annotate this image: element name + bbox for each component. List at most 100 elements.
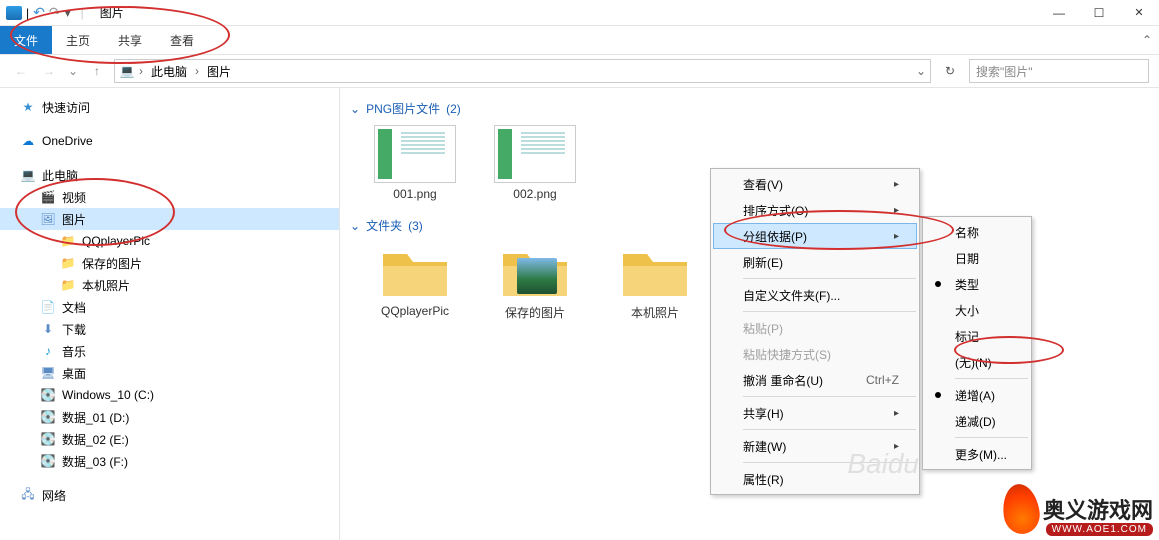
group-label: 文件夹 bbox=[366, 217, 402, 234]
ribbon-expand-icon[interactable]: ⌃ bbox=[1135, 26, 1159, 54]
star-icon: ★ bbox=[20, 99, 36, 115]
content-pane[interactable]: ⌄ PNG图片文件 (2) 001.png 002.png ⌄ 文件夹 (3) … bbox=[340, 88, 1159, 540]
breadcrumb-sep-2[interactable]: › bbox=[195, 64, 199, 78]
cloud-icon: ☁ bbox=[20, 133, 36, 149]
tab-view[interactable]: 查看 bbox=[156, 26, 208, 54]
sub-separator bbox=[955, 437, 1028, 438]
tab-share[interactable]: 共享 bbox=[104, 26, 156, 54]
sidebar-label: 网络 bbox=[42, 487, 66, 504]
sub-label: 更多(M)... bbox=[955, 446, 1007, 463]
chevron-down-icon: ⌄ bbox=[350, 102, 360, 116]
address-strip[interactable]: 💻 › 此电脑 › 图片 ⌄ bbox=[114, 59, 931, 83]
folder-item-camera[interactable]: 本机照片 bbox=[610, 242, 700, 321]
ctx-sort[interactable]: 排序方式(O)▸ bbox=[713, 197, 917, 223]
ctx-label: 撤消 重命名(U) bbox=[743, 372, 823, 389]
sidebar-camera-roll[interactable]: 📁本机照片 bbox=[0, 274, 339, 296]
document-icon: 📄 bbox=[40, 299, 56, 315]
folder-icon: 📁 bbox=[60, 255, 76, 271]
refresh-button[interactable]: ↻ bbox=[937, 59, 963, 83]
sidebar-video[interactable]: 🎬 视频 bbox=[0, 186, 339, 208]
tab-file[interactable]: 文件 bbox=[0, 26, 52, 54]
ctx-share[interactable]: 共享(H)▸ bbox=[713, 400, 917, 426]
sidebar-thispc[interactable]: 💻此电脑 bbox=[0, 164, 339, 186]
sidebar-onedrive[interactable]: ☁OneDrive bbox=[0, 130, 339, 152]
ctx-group-by[interactable]: 分组依据(P)▸ bbox=[713, 223, 917, 249]
ctx-label: 属性(R) bbox=[743, 471, 784, 488]
ctx-refresh[interactable]: 刷新(E) bbox=[713, 249, 917, 275]
folder-icon: 📁 bbox=[60, 277, 76, 293]
breadcrumb-icon: 💻 bbox=[119, 63, 135, 79]
submenu-arrow-icon: ▸ bbox=[894, 231, 899, 242]
sidebar-pictures[interactable]: 🖼图片 bbox=[0, 208, 339, 230]
sidebar-documents[interactable]: 📄 文档 bbox=[0, 296, 339, 318]
ctx-properties[interactable]: 属性(R) bbox=[713, 466, 917, 492]
sidebar-label: QQplayerPic bbox=[82, 234, 150, 248]
maximize-button[interactable]: ☐ bbox=[1079, 0, 1119, 26]
ctx-separator bbox=[743, 311, 916, 312]
sidebar-music[interactable]: ♪ 音乐 bbox=[0, 340, 339, 362]
close-button[interactable]: ✕ bbox=[1119, 0, 1159, 26]
sub-date[interactable]: 日期 bbox=[925, 245, 1029, 271]
music-icon: ♪ bbox=[40, 343, 56, 359]
sub-name[interactable]: 名称 bbox=[925, 219, 1029, 245]
sidebar-label: 数据_02 (E:) bbox=[62, 431, 129, 448]
ctx-separator bbox=[743, 429, 916, 430]
nav-forward-button[interactable]: → bbox=[38, 60, 60, 82]
sidebar-quick-access[interactable]: ★快速访问 bbox=[0, 96, 339, 118]
sub-descending[interactable]: 递减(D) bbox=[925, 408, 1029, 434]
sidebar-label: 视频 bbox=[62, 189, 86, 206]
sidebar-drive-e[interactable]: 💽 数据_02 (E:) bbox=[0, 428, 339, 450]
redo-icon[interactable]: ↷ bbox=[49, 4, 61, 21]
group-header-png[interactable]: ⌄ PNG图片文件 (2) bbox=[350, 100, 1149, 117]
sidebar-qqplayerpic[interactable]: 📁QQplayerPic bbox=[0, 230, 339, 252]
sidebar-label: 图片 bbox=[62, 211, 86, 228]
nav-history-dropdown[interactable]: ⌄ bbox=[66, 60, 80, 82]
drive-icon: 💽 bbox=[40, 431, 56, 447]
sub-none[interactable]: (无)(N) bbox=[925, 349, 1029, 375]
address-dropdown-icon[interactable]: ⌄ bbox=[916, 64, 926, 78]
sidebar-label: 音乐 bbox=[62, 343, 86, 360]
sidebar-drive-d[interactable]: 💽数据_01 (D:) bbox=[0, 406, 339, 428]
sidebar-label: 文档 bbox=[62, 299, 86, 316]
ctx-label: 共享(H) bbox=[743, 405, 784, 422]
window-title: 图片 bbox=[100, 4, 124, 21]
folder-item-qqplayerpic[interactable]: QQplayerPic bbox=[370, 242, 460, 321]
sidebar-label: Windows_10 (C:) bbox=[62, 388, 154, 402]
folder-item-saved[interactable]: 保存的图片 bbox=[490, 242, 580, 321]
sidebar-network[interactable]: 🖧网络 bbox=[0, 484, 339, 506]
breadcrumb-current[interactable]: 图片 bbox=[203, 63, 235, 80]
sidebar-label: 数据_01 (D:) bbox=[62, 409, 129, 426]
sidebar-drive-c[interactable]: 💽 Windows_10 (C:) bbox=[0, 384, 339, 406]
sidebar-downloads[interactable]: ⬇下载 bbox=[0, 318, 339, 340]
sidebar-label: 桌面 bbox=[62, 365, 86, 382]
sidebar-saved-pictures[interactable]: 📁保存的图片 bbox=[0, 252, 339, 274]
sub-tag[interactable]: 标记 bbox=[925, 323, 1029, 349]
drive-icon: 💽 bbox=[40, 387, 56, 403]
sub-label: 大小 bbox=[955, 302, 979, 319]
ctx-customize-folder[interactable]: 自定义文件夹(F)... bbox=[713, 282, 917, 308]
sub-more[interactable]: 更多(M)... bbox=[925, 441, 1029, 467]
breadcrumb-root[interactable]: 此电脑 bbox=[147, 63, 191, 80]
nav-up-button[interactable]: ↑ bbox=[86, 60, 108, 82]
ctx-new[interactable]: 新建(W)▸ bbox=[713, 433, 917, 459]
file-item-002[interactable]: 002.png bbox=[490, 125, 580, 201]
tab-home[interactable]: 主页 bbox=[52, 26, 104, 54]
sub-label: 类型 bbox=[955, 276, 979, 293]
nav-back-button[interactable]: ← bbox=[10, 60, 32, 82]
sub-ascending[interactable]: 递增(A) bbox=[925, 382, 1029, 408]
undo-icon[interactable]: ↶ bbox=[33, 4, 45, 21]
sidebar-desktop[interactable]: 🖥桌面 bbox=[0, 362, 339, 384]
video-icon: 🎬 bbox=[40, 189, 56, 205]
minimize-button[interactable]: — bbox=[1039, 0, 1079, 26]
ctx-view[interactable]: 查看(V)▸ bbox=[713, 171, 917, 197]
folder-icon bbox=[379, 242, 451, 300]
ctx-undo-rename[interactable]: 撤消 重命名(U)Ctrl+Z bbox=[713, 367, 917, 393]
search-input[interactable]: 搜索"图片" bbox=[969, 59, 1149, 83]
file-item-001[interactable]: 001.png bbox=[370, 125, 460, 201]
sidebar-drive-f[interactable]: 💽数据_03 (F:) bbox=[0, 450, 339, 472]
qat-dropdown-icon[interactable]: ▾ bbox=[65, 6, 71, 20]
breadcrumb-sep[interactable]: › bbox=[139, 64, 143, 78]
ctx-separator bbox=[743, 396, 916, 397]
sub-type[interactable]: 类型 bbox=[925, 271, 1029, 297]
sub-size[interactable]: 大小 bbox=[925, 297, 1029, 323]
